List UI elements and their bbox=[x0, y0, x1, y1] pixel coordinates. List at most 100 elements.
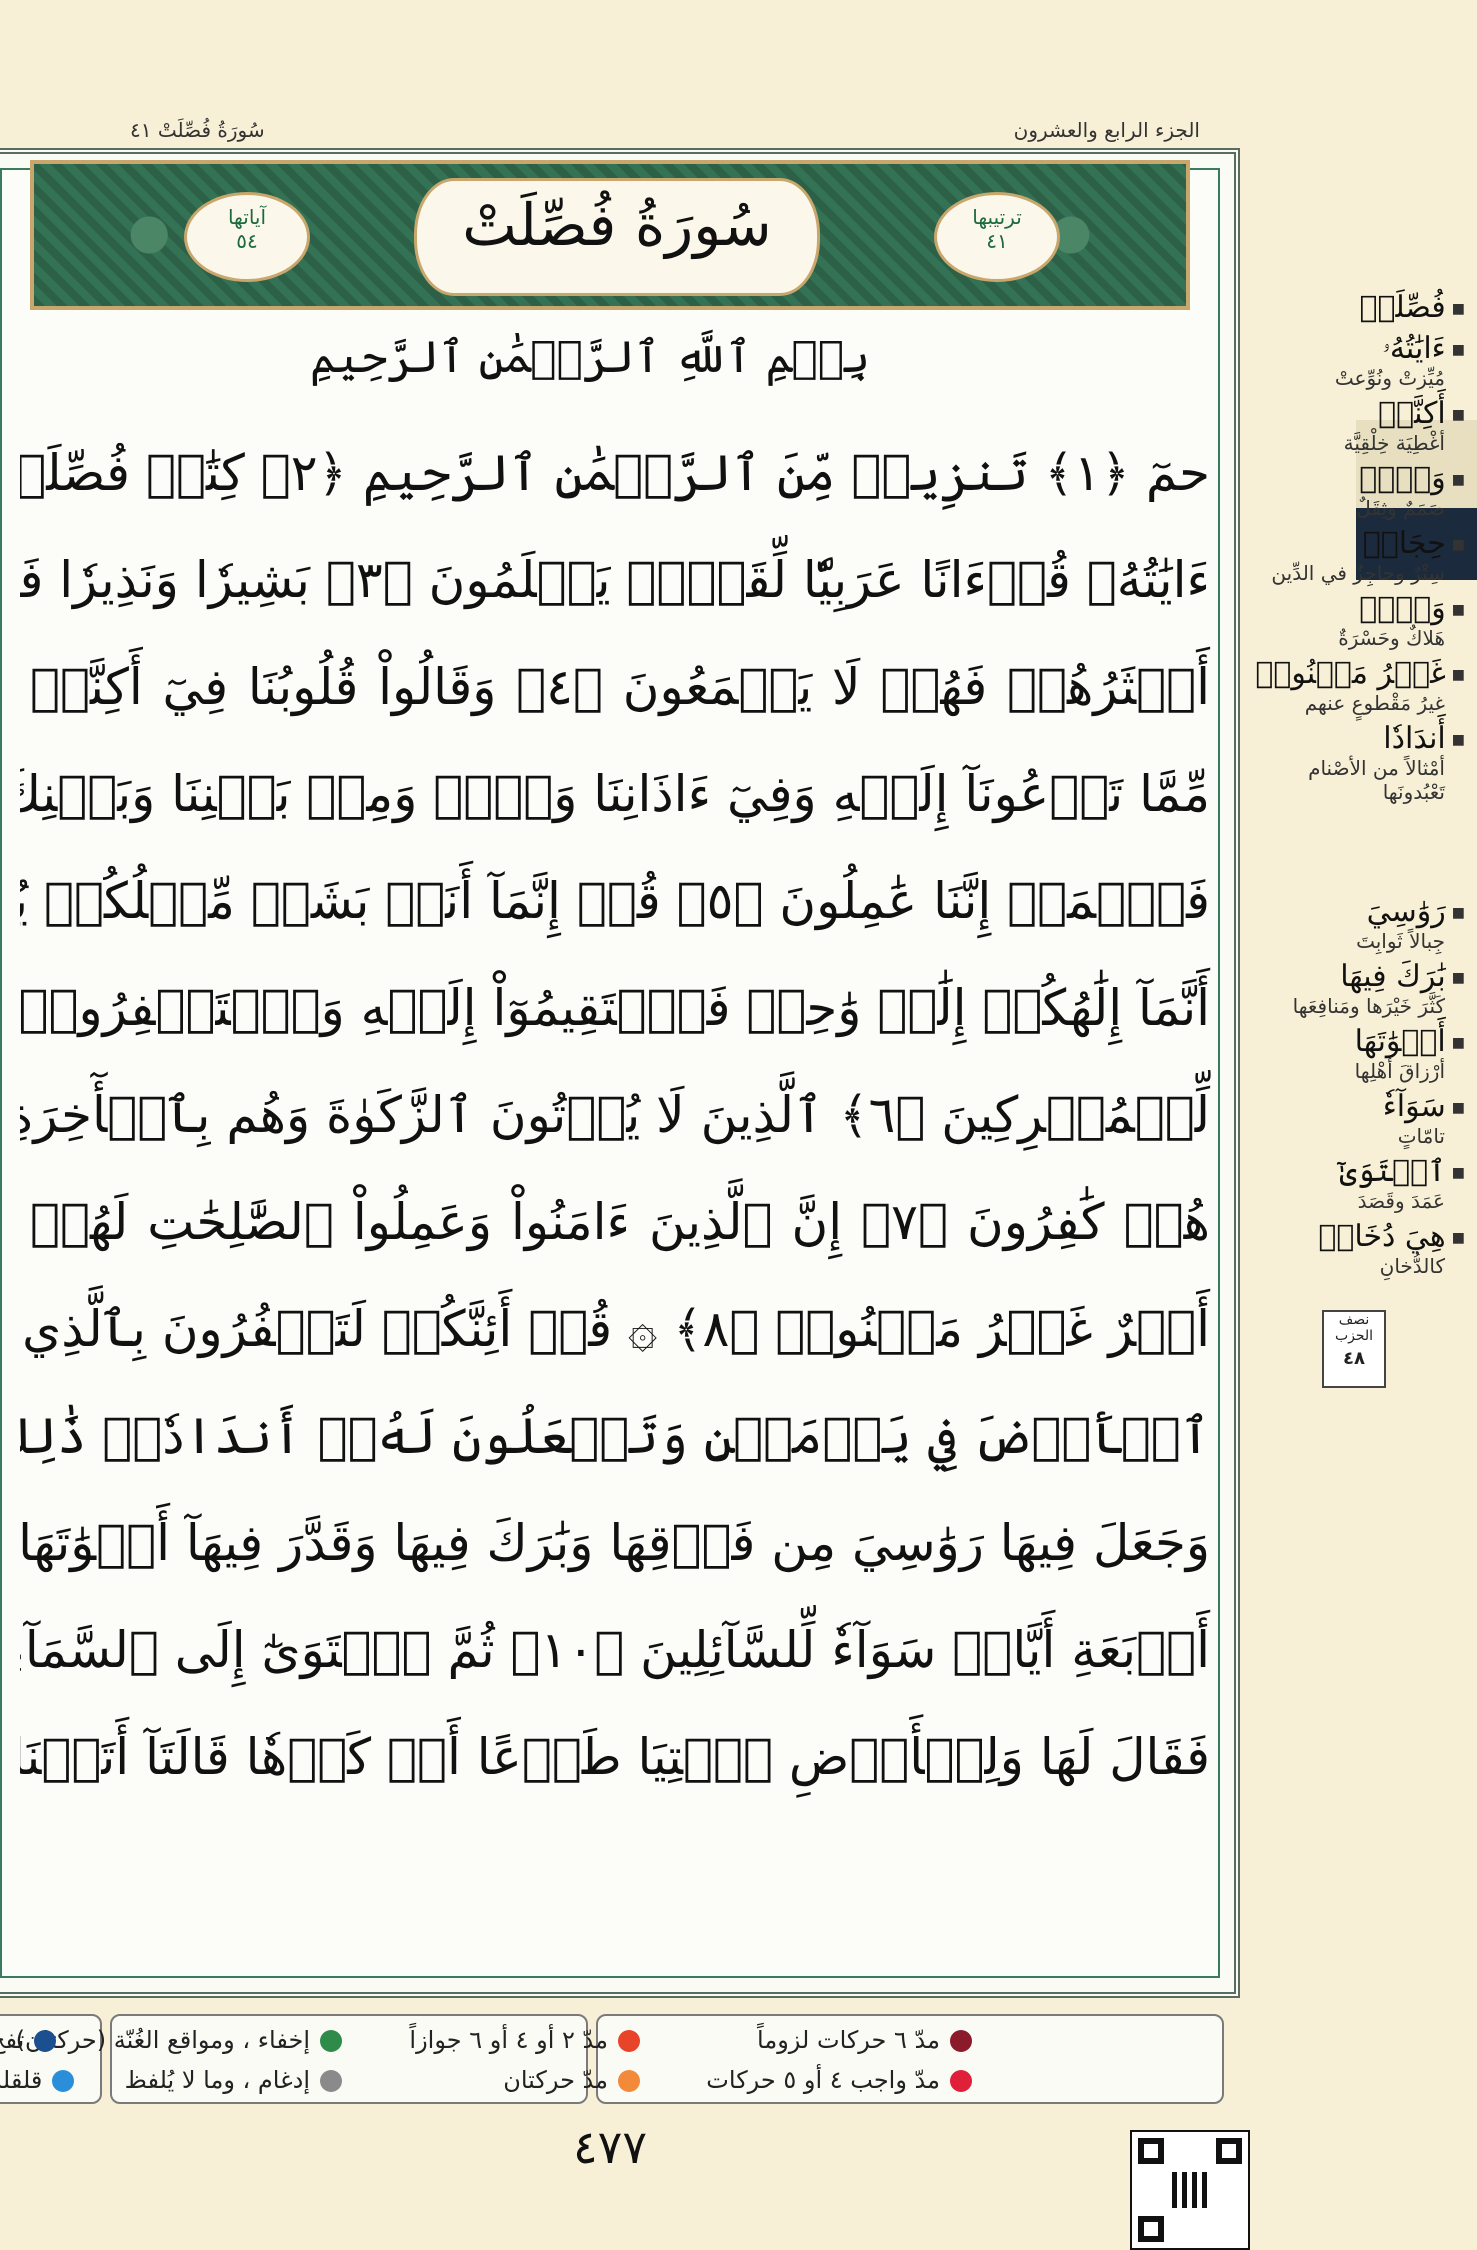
surah-title-cartouche: سُورَةُ فُصِّلَتْ bbox=[414, 178, 820, 296]
legend-dot bbox=[950, 2030, 972, 2052]
vocab-meaning: عَمَدَ وقَصَدَ bbox=[1357, 1189, 1445, 1213]
vocab-term: ٱسۡتَوَىٰٓ bbox=[1255, 1154, 1465, 1189]
vocab-term: أَندَادٗا bbox=[1255, 721, 1465, 756]
vocab-entry: فُصِّلَتۡ bbox=[1255, 290, 1465, 325]
vocab-term: وَيۡلٞ bbox=[1255, 591, 1465, 626]
legend-text: مدّ ٦ حركات لزوماً bbox=[757, 2026, 940, 2054]
verse-line: مِّمَّا تَدۡعُونَآ إِلَيۡهِ وَفِيٓ ءَاذَ… bbox=[20, 765, 1210, 823]
legend-dot bbox=[618, 2030, 640, 2052]
legend-item: مدّ ٢ أو ٤ أو ٦ جوازاً bbox=[409, 2026, 640, 2054]
vocab-meaning: أغْطِيَة خِلْقِيَّة bbox=[1343, 431, 1445, 455]
vocab-entry: أَقۡوَٰتَهَا أرْزاقَ أهْلِها bbox=[1255, 1024, 1465, 1083]
running-head-surah: سُورَةُ فُصِّلَتْ ٤١ bbox=[130, 118, 265, 142]
vocab-meaning: كَثَّرَ خَيْرَها ومَنافِعَها bbox=[1292, 994, 1445, 1018]
legend-item: مدّ ٦ حركات لزوماً bbox=[757, 2026, 972, 2054]
hizb-marker-badge: نصف الحزب ٤٨ bbox=[1322, 1310, 1386, 1388]
running-head: سُورَةُ فُصِّلَتْ ٤١ الجزء الرابع والعشر… bbox=[20, 118, 1240, 148]
legend-dot bbox=[320, 2030, 342, 2052]
running-head-juz: الجزء الرابع والعشرون bbox=[1013, 118, 1200, 142]
verse-line: فَقَالَ لَهَا وَلِلۡأَرۡضِ ٱئۡتِيَا طَوۡ… bbox=[20, 1728, 1210, 1786]
vocab-term: سَوَآءٗ bbox=[1255, 1089, 1465, 1124]
legend-text: مدّ واجب ٤ أو ٥ حركات bbox=[706, 2066, 940, 2094]
vocab-meaning: أرْزاقَ أهْلِها bbox=[1354, 1059, 1445, 1083]
vocab-meaning: جِبالاً ثَوابِتَ bbox=[1356, 929, 1445, 953]
vocab-entry: وَقۡرٞ صَمَمٌ وثِقَلٌ bbox=[1255, 461, 1465, 520]
vocab-meaning: غيرُ مَقْطوعٍ عنهم bbox=[1304, 691, 1445, 715]
legend-text: مدّ ٢ أو ٤ أو ٦ جوازاً bbox=[409, 2026, 608, 2054]
vocab-meaning: مُيِّزتْ ونُوِّعتْ bbox=[1334, 366, 1445, 390]
ayat-count-medallion: آياتها ٥٤ bbox=[184, 192, 310, 282]
legend-dot bbox=[320, 2070, 342, 2092]
vocab-entry: ءَايَٰتُهُۥ مُيِّزتْ ونُوِّعتْ bbox=[1255, 331, 1465, 390]
legend-text: إخفاء ، ومواقع الغُنّة (حركتان) bbox=[15, 2026, 310, 2054]
vocab-term: غَيۡرُ مَمۡنُونٖ bbox=[1255, 656, 1465, 691]
vocab-meaning: تامّاتٍ bbox=[1397, 1124, 1445, 1148]
vocabulary-sidebar: فُصِّلَتۡ ءَايَٰتُهُۥ مُيِّزتْ ونُوِّعتْ… bbox=[1255, 290, 1465, 1284]
verse-line: لِّلۡمُشۡرِكِينَ ﴿٦﴾ ٱلَّذِينَ لَا يُؤۡت… bbox=[20, 1086, 1210, 1144]
vocab-term: رَوَٰسِيَ bbox=[1255, 894, 1465, 929]
verse-line: أَكۡثَرُهُمۡ فَهُمۡ لَا يَسۡمَعُونَ ﴿٤﴾ … bbox=[30, 658, 1210, 716]
vocab-term: وَقۡرٞ bbox=[1255, 461, 1465, 496]
verse-line: أَنَّمَآ إِلَٰهُكُمۡ إِلَٰهٞ وَٰحِدٞ فَٱ… bbox=[20, 979, 1210, 1037]
legend-item: تفخ bbox=[0, 2026, 57, 2054]
verse-line: حمٓ ﴿١﴾ تَنزِيلٞ مِّنَ ٱلرَّحۡمَٰنِ ٱلرَ… bbox=[20, 444, 1210, 502]
verse-line: أَرۡبَعَةِ أَيَّامٖ سَوَآءٗ لِّلسَّآئِلِ… bbox=[20, 1621, 1210, 1679]
legend-dot bbox=[950, 2070, 972, 2092]
vocab-meaning: هَلاكٌ وحَسْرَةٌ bbox=[1338, 626, 1445, 650]
qr-finder-pattern bbox=[1138, 2216, 1164, 2242]
vocab-term: هِيَ دُخَانٞ bbox=[1255, 1219, 1465, 1254]
surah-header-band: آياتها ٥٤ سُورَةُ فُصِّلَتْ ترتيبها ٤١ bbox=[30, 160, 1190, 310]
hizb-label: نصف الحزب bbox=[1334, 1312, 1374, 1344]
vocab-term: حِجَابٞ bbox=[1255, 526, 1465, 561]
page-number: ٤٧٧ bbox=[572, 2120, 648, 2174]
legend-text: قلقلة bbox=[0, 2066, 43, 2094]
ayat-number: ٥٤ bbox=[236, 229, 258, 253]
vocab-entry: وَيۡلٞ هَلاكٌ وحَسْرَةٌ bbox=[1255, 591, 1465, 650]
legend-text: تفخ bbox=[0, 2026, 25, 2054]
legend-item: إخفاء ، ومواقع الغُنّة (حركتان) bbox=[16, 2026, 342, 2054]
vocab-term: فُصِّلَتۡ bbox=[1255, 290, 1465, 325]
order-label: ترتيبها bbox=[972, 205, 1022, 229]
vocab-term: أَكِنَّةٖ bbox=[1255, 396, 1465, 431]
vocab-entry: هِيَ دُخَانٞ كالدُّخانِ bbox=[1255, 1219, 1465, 1278]
vocab-term: بَٰرَكَ فِيهَا bbox=[1255, 959, 1465, 994]
legend-dot bbox=[34, 2030, 57, 2052]
order-number: ٤١ bbox=[986, 229, 1008, 253]
verse-line: فَٱعۡمَلۡ إِنَّنَا عَٰمِلُونَ ﴿٥﴾ قُلۡ إ… bbox=[20, 872, 1210, 930]
legend-text: إدغام ، وما لا يُلفظ bbox=[124, 2066, 310, 2094]
legend-dot bbox=[52, 2070, 75, 2092]
verse-line: أَجۡرٌ غَيۡرُ مَمۡنُونٖ ﴿٨﴾ ۞ قُلۡ أَئِن… bbox=[20, 1300, 1210, 1358]
vocab-entry: أَندَادٗا أمْثالاً من الأصْنام تَعْبُدون… bbox=[1255, 721, 1465, 804]
hizb-number: ٤٨ bbox=[1343, 1348, 1365, 1369]
verse-line: هُمۡ كَٰفِرُونَ ﴿٧﴾ إِنَّ ٱلَّذِينَ ءَام… bbox=[30, 1193, 1210, 1251]
vocab-meaning: أمْثالاً من الأصْنام تَعْبُدونَها bbox=[1308, 756, 1445, 804]
vocab-entry: سَوَآءٗ تامّاتٍ bbox=[1255, 1089, 1465, 1148]
qr-finder-pattern bbox=[1216, 2138, 1242, 2164]
vocab-entry: بَٰرَكَ فِيهَا كَثَّرَ خَيْرَها ومَنافِع… bbox=[1255, 959, 1465, 1018]
vocab-term: أَقۡوَٰتَهَا bbox=[1255, 1024, 1465, 1059]
qr-code-icon[interactable] bbox=[1130, 2130, 1250, 2250]
legend-item: مدّ حركتان bbox=[503, 2066, 640, 2094]
vocab-meaning: صَمَمٌ وثِقَلٌ bbox=[1356, 496, 1445, 520]
legend-item: إدغام ، وما لا يُلفظ bbox=[125, 2066, 342, 2094]
surah-order-medallion: ترتيبها ٤١ bbox=[934, 192, 1060, 282]
ayat-label: آياتها bbox=[227, 205, 267, 229]
vocab-meaning: سِتْرٌ وحاجِزٌ في الدِّين bbox=[1271, 561, 1445, 585]
vocab-entry: ٱسۡتَوَىٰٓ عَمَدَ وقَصَدَ bbox=[1255, 1154, 1465, 1213]
vocab-entry: غَيۡرُ مَمۡنُونٖ غيرُ مَقْطوعٍ عنهم bbox=[1255, 656, 1465, 715]
verse-line: ٱلۡأَرۡضَ فِي يَوۡمَيۡنِ وَتَجۡعَلُونَ ل… bbox=[20, 1407, 1210, 1465]
legend-item: قلقلة bbox=[0, 2066, 75, 2094]
mushaf-page: سُورَةُ فُصِّلَتْ ٤١ الجزء الرابع والعشر… bbox=[0, 0, 1477, 2250]
legend-text: مدّ حركتان bbox=[503, 2066, 608, 2094]
qr-data-modules bbox=[1172, 2172, 1208, 2208]
vocab-term: ءَايَٰتُهُۥ bbox=[1255, 331, 1465, 366]
vocab-entry: أَكِنَّةٖ أغْطِيَة خِلْقِيَّة bbox=[1255, 396, 1465, 455]
verse-lines: حمٓ ﴿١﴾ تَنزِيلٞ مِّنَ ٱلرَّحۡمَٰنِ ٱلرَ… bbox=[20, 420, 1220, 1811]
verse-line: ءَايَٰتُهُۥ قُرۡءَانًا عَرَبِيّٗا لِّقَو… bbox=[20, 551, 1210, 609]
basmala: بِسۡمِ ٱللَّهِ ٱلرَّحۡمَٰنِ ٱلرَّحِيمِ bbox=[309, 332, 871, 383]
qr-finder-pattern bbox=[1138, 2138, 1164, 2164]
vocab-entry: رَوَٰسِيَ جِبالاً ثَوابِتَ bbox=[1255, 894, 1465, 953]
vocab-entry: حِجَابٞ سِتْرٌ وحاجِزٌ في الدِّين bbox=[1255, 526, 1465, 585]
legend-item: مدّ واجب ٤ أو ٥ حركات bbox=[706, 2066, 972, 2094]
legend-dot bbox=[618, 2070, 640, 2092]
